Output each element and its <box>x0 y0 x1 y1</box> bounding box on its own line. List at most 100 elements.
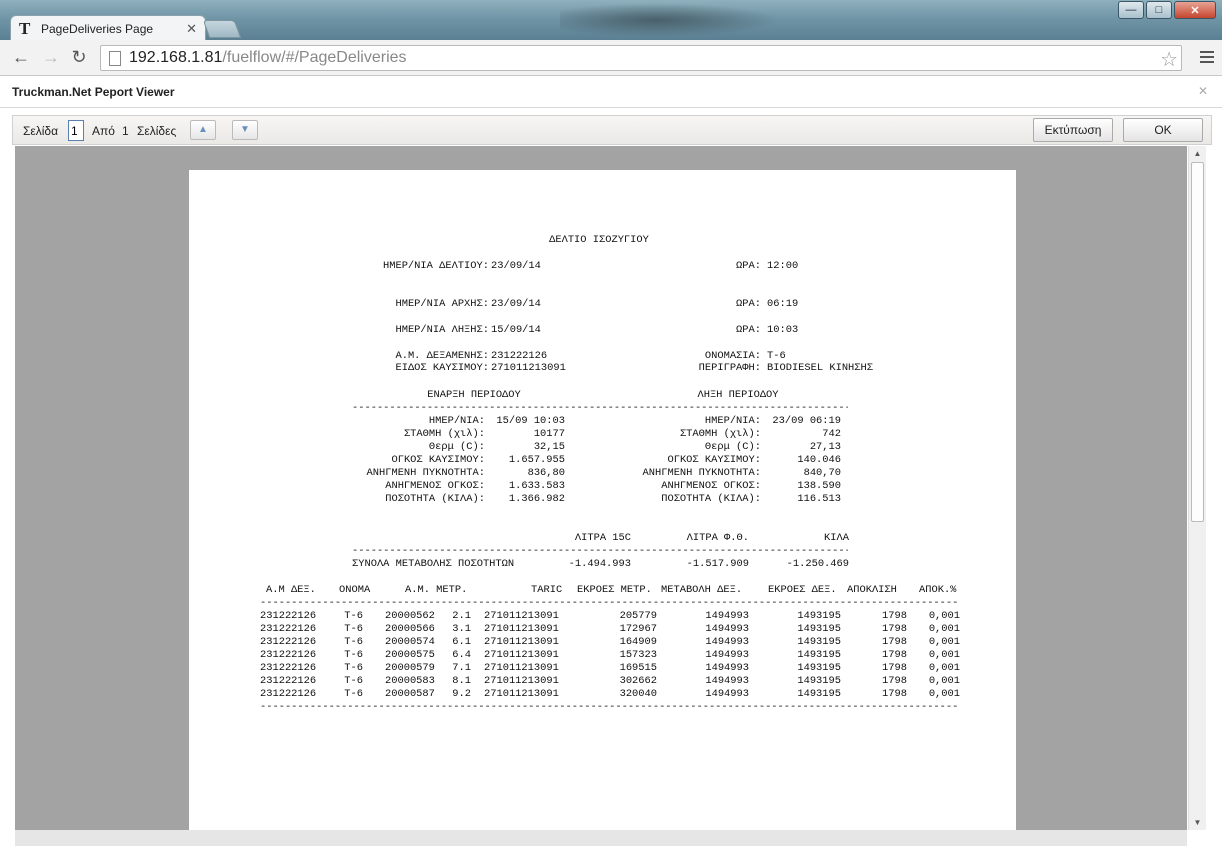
vertical-scrollbar[interactable]: ▲ ▼ <box>1188 146 1206 830</box>
titlebar-decoration <box>560 0 800 40</box>
table-cell: 9.2 <box>452 688 471 700</box>
table-cell: 231222126 <box>260 649 317 661</box>
table-cell: 1494993 <box>705 636 749 648</box>
favicon-icon: T <box>19 19 31 38</box>
period-end-value: 27,13 <box>809 441 841 453</box>
table-cell: 271011213091 <box>484 688 559 700</box>
table-cell: 6.4 <box>452 649 471 661</box>
table-cell: 20000566 <box>385 623 435 635</box>
table-cell: 1493195 <box>797 675 841 687</box>
table-cell: 271011213091 <box>484 649 559 661</box>
table-cell: 20000574 <box>385 636 435 648</box>
address-bar[interactable]: 192.168.1.81/fuelflow/#/PageDeliveries ☆ <box>100 45 1182 71</box>
window-titlebar: — □ ✕ T PageDeliveries Page ✕ <box>0 0 1222 42</box>
table-cell: 0,001 <box>928 675 960 687</box>
table-cell: 1493195 <box>797 662 841 674</box>
tank-value: 231222126 <box>491 350 548 362</box>
table-cell: T-6 <box>344 675 363 687</box>
reload-icon[interactable]: ↻ <box>68 47 90 68</box>
period-end-label: Θερμ (C): <box>704 441 761 453</box>
next-page-button[interactable]: ▼ <box>232 120 258 140</box>
table-cell: 0,001 <box>928 610 960 622</box>
table-rule-top: ----------------------------------------… <box>260 597 960 609</box>
period-end-label: ΟΓΚΟΣ ΚΑΥΣΙΜΟΥ: <box>667 454 761 466</box>
page-number-input[interactable] <box>68 120 84 141</box>
end-time-value: 10:03 <box>767 324 799 336</box>
menu-icon[interactable] <box>1200 51 1214 66</box>
scroll-down-icon[interactable]: ▼ <box>1189 818 1206 827</box>
time-label: ΩΡΑ: <box>736 260 761 272</box>
table-cell: 231222126 <box>260 662 317 674</box>
table-cell: 231222126 <box>260 610 317 622</box>
table-cell: 1798 <box>882 636 907 648</box>
table-cell: 1493195 <box>797 636 841 648</box>
tab-close-icon[interactable]: ✕ <box>186 21 197 37</box>
table-cell: 8.1 <box>452 675 471 687</box>
table-cell: 20000587 <box>385 688 435 700</box>
back-arrow-icon[interactable]: ← <box>10 47 32 68</box>
period-start-value: 1.366.982 <box>508 493 565 505</box>
arrow-up-icon: ▲ <box>198 124 208 135</box>
scroll-up-icon[interactable]: ▲ <box>1189 149 1206 158</box>
table-cell: 1798 <box>882 623 907 635</box>
period-end-label: ΣΤΑΘΜΗ (χιλ): <box>679 428 761 440</box>
table-cell: 20000575 <box>385 649 435 661</box>
bookmark-star-icon[interactable]: ☆ <box>1160 47 1178 72</box>
period-end-title: ΛΗΞΗ ΠΕΡΙΟΔΟΥ <box>697 389 779 401</box>
new-tab-button[interactable] <box>202 20 242 38</box>
viewer-toolbar: Σελίδα Από 1 Σελίδες ▲ ▼ Εκτύπωση OK <box>12 115 1212 145</box>
minimize-icon[interactable]: — <box>1118 1 1144 19</box>
tab-title: PageDeliveries Page <box>41 22 154 36</box>
viewer-bottom-bar <box>15 830 1187 846</box>
dialog-titlebar: Truckman.Net Peport Viewer ✕ <box>0 76 1222 108</box>
period-rule: ----------------------------------------… <box>352 402 848 414</box>
table-cell: 164909 <box>619 636 657 648</box>
table-cell: T-6 <box>344 623 363 635</box>
name-value: T-6 <box>767 350 786 362</box>
table-cell: 1798 <box>882 610 907 622</box>
print-button[interactable]: Εκτύπωση <box>1033 118 1113 142</box>
maximize-icon[interactable]: □ <box>1146 1 1172 19</box>
dialog-close-icon[interactable]: ✕ <box>1198 84 1208 98</box>
table-cell: 169515 <box>619 662 657 674</box>
end-date-label: ΗΜΕΡ/ΝΙΑ ΛΗΞΗΣ: <box>395 324 489 336</box>
prev-page-button[interactable]: ▲ <box>190 120 216 140</box>
period-end-label: ΗΜΕΡ/ΝΙΑ: <box>704 415 761 427</box>
table-header-cell: TARIC <box>531 584 563 596</box>
table-header-cell: ΕΚΡΟΕΣ ΔΕΞ. <box>768 584 837 596</box>
table-header-cell: ΑΠΟΚΛΙΣΗ <box>847 584 897 596</box>
date-value: 23/09/14 <box>491 260 541 272</box>
table-cell: 0,001 <box>928 688 960 700</box>
period-start-label: Θερμ (C): <box>428 441 485 453</box>
table-header-cell: ΑΠΟΚ.% <box>919 584 957 596</box>
table-cell: 1798 <box>882 662 907 674</box>
window-controls: — □ ✕ <box>1116 1 1216 19</box>
period-start-value: 1.657.955 <box>508 454 565 466</box>
period-end-value: 742 <box>822 428 841 440</box>
ok-button[interactable]: OK <box>1123 118 1203 142</box>
period-end-value: 138.590 <box>797 480 841 492</box>
totals-col2-header: ΛΙΤΡΑ Φ.Θ. <box>686 532 749 544</box>
report-page: ΔΕΛΤΙΟ ΙΣΟΖΥΓΙΟΥ ΗΜΕΡ/ΝΙΑ ΔΕΛΤΙΟΥ: 23/09… <box>189 170 1016 830</box>
table-cell: 1494993 <box>705 610 749 622</box>
table-cell: 302662 <box>619 675 657 687</box>
table-cell: 231222126 <box>260 636 317 648</box>
desc-value: BIODIESEL ΚΙΝΗΣΗΣ <box>767 362 874 374</box>
table-cell: 1494993 <box>705 649 749 661</box>
close-window-icon[interactable]: ✕ <box>1174 1 1216 19</box>
period-end-label: ΑΝΗΓΜΕΝΗ ΠΥΚΝΟΤΗΤΑ: <box>642 467 761 479</box>
table-cell: T-6 <box>344 636 363 648</box>
table-header-cell: Α.Μ. ΜΕΤΡ. <box>405 584 468 596</box>
page-icon <box>109 50 121 66</box>
table-cell: 231222126 <box>260 623 317 635</box>
browser-tab[interactable]: T PageDeliveries Page ✕ <box>10 15 206 42</box>
table-cell: T-6 <box>344 649 363 661</box>
table-header-cell: ΟΝΟΜΑ <box>339 584 371 596</box>
arrow-down-icon: ▼ <box>240 124 250 135</box>
totals-value-2: -1.517.909 <box>686 558 749 570</box>
table-rule-bottom: ----------------------------------------… <box>260 701 960 713</box>
tank-label: Α.Μ. ΔΕΞΑΜΕΝΗΣ: <box>395 350 489 362</box>
scrollbar-thumb[interactable] <box>1191 162 1204 522</box>
period-start-value: 10177 <box>533 428 565 440</box>
forward-arrow-icon[interactable]: → <box>40 47 62 68</box>
